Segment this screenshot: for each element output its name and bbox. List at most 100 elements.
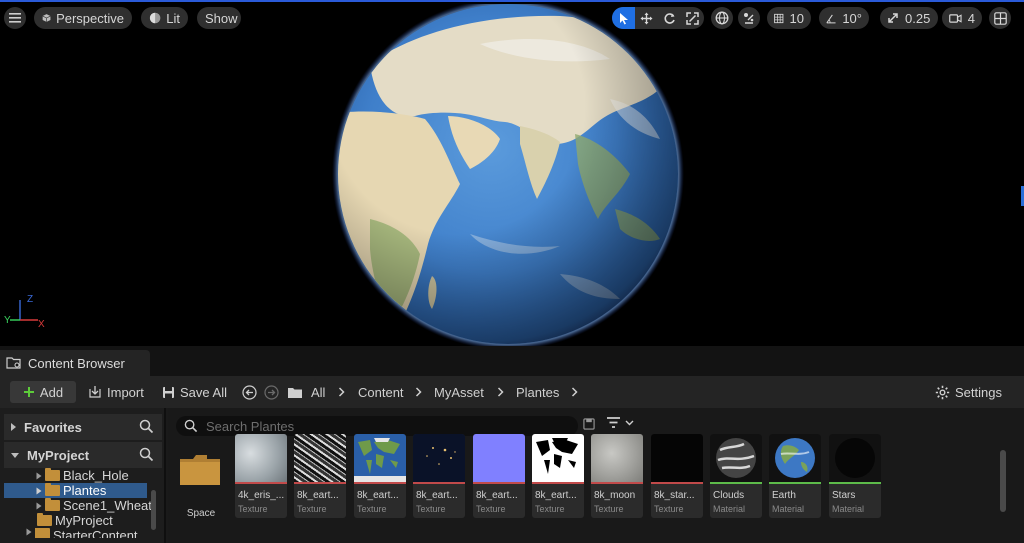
chevron-right-icon[interactable] (338, 381, 345, 403)
asset-type: Material (832, 504, 865, 514)
asset-tile[interactable]: 8k_moon Texture (591, 434, 643, 518)
view-mode-button[interactable]: Lit (141, 7, 188, 29)
chevron-right-icon[interactable] (415, 381, 422, 403)
asset-name: 8k_eart... (416, 490, 458, 501)
scale-arrow-icon (888, 13, 898, 23)
search-icon[interactable] (139, 447, 154, 462)
chevron-right-icon[interactable] (571, 381, 578, 403)
asset-view-scrollbar[interactable] (1000, 450, 1006, 512)
asset-thumbnail (829, 434, 881, 482)
viewport-menu-button[interactable] (4, 7, 26, 29)
axis-y-label: Y (4, 315, 11, 326)
asset-tile[interactable]: 8k_eart... Texture (294, 434, 346, 518)
import-icon (89, 386, 101, 398)
chevron-down-icon (11, 452, 19, 458)
asset-tile[interactable]: 8k_star... Texture (651, 434, 703, 518)
asset-tile[interactable]: Clouds Material (710, 434, 762, 518)
asset-type: Texture (238, 504, 268, 514)
perspective-button[interactable]: Perspective (34, 7, 132, 29)
asset-tile[interactable]: 8k_eart... Texture (532, 434, 584, 518)
tree-item-myproject[interactable]: MyProject (37, 513, 113, 528)
asset-thumbnail (413, 434, 465, 482)
chevron-right-icon (11, 423, 16, 431)
axis-z-label: Z (27, 294, 33, 305)
settings-button[interactable]: Settings (935, 381, 1002, 403)
favorites-header[interactable]: Favorites (4, 414, 162, 440)
save-icon (583, 418, 595, 430)
camera-speed-button[interactable]: 4 (942, 7, 982, 29)
scale-snap-button[interactable]: 0.25 (880, 7, 938, 29)
breadcrumb-all[interactable]: All (311, 381, 325, 403)
axis-x-label: X (38, 319, 45, 330)
axis-gizmo: Z Y X (4, 294, 45, 330)
earth-globe[interactable] (330, 4, 686, 346)
asset-thumbnail (710, 434, 762, 482)
asset-name: 4k_eris_... (238, 490, 285, 501)
tree-item-startercontent[interactable]: StarterContent (26, 528, 138, 538)
asset-tile[interactable]: 8k_eart... Texture (354, 434, 406, 518)
tree-item-label: Scene1_Wheat (63, 498, 152, 513)
project-header[interactable]: MyProject (4, 442, 162, 468)
save-all-button[interactable]: Save All (162, 381, 227, 403)
asset-name: Clouds (713, 490, 745, 501)
history-back-button[interactable] (242, 381, 257, 403)
lit-label: Lit (166, 10, 180, 26)
tree-item-plantes[interactable]: Plantes (36, 483, 106, 498)
content-browser-toolbar: Add Import Save All All Content MyAsset … (0, 376, 1024, 408)
rotation-snap-value: 10° (842, 10, 862, 26)
rotation-snap-button[interactable]: 10° (819, 7, 869, 29)
import-label: Import (107, 384, 144, 400)
level-viewport[interactable]: Perspective Lit Show 10 10° 0.25 4 Z Y X (0, 0, 1024, 346)
breadcrumb-label: MyAsset (434, 384, 484, 400)
breadcrumb-content[interactable]: Content (358, 381, 404, 403)
asset-tile[interactable]: Stars Material (829, 434, 881, 518)
settings-label: Settings (955, 384, 1002, 400)
asset-tile[interactable]: 8k_eart... Texture (473, 434, 525, 518)
asset-thumbnail (235, 434, 287, 482)
lit-sphere-icon (149, 12, 161, 24)
plus-icon (23, 387, 34, 397)
breadcrumb-plantes[interactable]: Plantes (516, 381, 559, 403)
add-button[interactable]: Add (10, 381, 76, 403)
grid-icon (774, 13, 784, 23)
asset-type: Texture (357, 504, 387, 514)
show-label: Show (205, 10, 238, 26)
grid-snap-value: 10 (789, 10, 804, 26)
browse-folder-button[interactable] (287, 381, 303, 403)
grid-snap-button[interactable]: 10 (767, 7, 811, 29)
show-button[interactable]: Show (197, 7, 241, 29)
asset-type: Texture (654, 504, 684, 514)
save-search-button[interactable] (583, 418, 595, 433)
breadcrumb-myasset[interactable]: MyAsset (434, 381, 484, 403)
angle-icon (826, 14, 836, 23)
surface-snapping-button[interactable] (738, 7, 760, 29)
import-button[interactable]: Import (88, 381, 144, 403)
chevron-right-icon[interactable] (497, 381, 504, 403)
viewport-layout-button[interactable] (989, 7, 1011, 29)
history-forward-button[interactable] (264, 381, 279, 403)
filter-button[interactable] (606, 416, 634, 429)
tree-item-black-hole[interactable]: Black_Hole (36, 468, 129, 483)
back-arrow-icon (242, 384, 257, 400)
asset-tile[interactable]: 4k_eris_... Texture (235, 434, 287, 518)
tab-content-browser[interactable]: Content Browser (0, 350, 150, 376)
folder-tile-label: Space (186, 508, 216, 519)
search-icon[interactable] (139, 419, 154, 434)
chevron-right-icon (36, 487, 42, 494)
search-input[interactable] (206, 418, 566, 434)
asset-tile[interactable]: 8k_eart... Texture (413, 434, 465, 518)
asset-thumbnail (651, 434, 703, 482)
scale-icon (686, 11, 699, 25)
tree-item-label: StarterContent (53, 528, 138, 538)
asset-thumbnail (769, 434, 821, 482)
folder-icon (37, 513, 52, 526)
world-local-toggle[interactable] (711, 7, 733, 29)
asset-type: Texture (416, 504, 446, 514)
sidebar-scrollbar[interactable] (151, 490, 156, 530)
content-browser-icon (6, 357, 21, 369)
content-browser-tabbar: Content Browser (0, 346, 1024, 376)
folder-icon (180, 455, 220, 485)
tree-item-scene1-wheat[interactable]: Scene1_Wheat (36, 498, 152, 513)
folder-tile-space[interactable]: Space (176, 450, 226, 530)
asset-tile[interactable]: Earth Material (769, 434, 821, 518)
